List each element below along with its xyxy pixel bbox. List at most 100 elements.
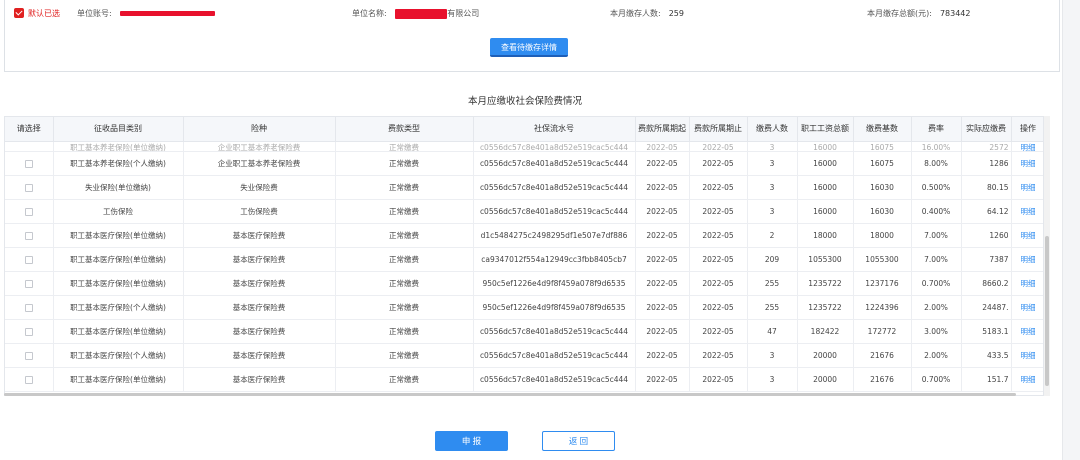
detail-link[interactable]: 明细	[1021, 375, 1036, 384]
table-cell: 950c5ef1226e4d9f8f459a078f9d6535	[473, 271, 636, 296]
table-cell: 7.00%	[911, 247, 962, 272]
unit-name: 单位名称: 有限公司	[352, 8, 479, 20]
table-cell: 2022-05	[635, 151, 690, 176]
table-cell: 1055300	[853, 247, 912, 272]
detail-link[interactable]: 明细	[1021, 143, 1036, 150]
row-checkbox[interactable]	[24, 327, 33, 336]
row-checkbox[interactable]	[24, 375, 33, 384]
row-checkbox[interactable]	[24, 207, 33, 216]
column-header: 请选择	[5, 117, 54, 142]
section-title: 本月应缴收社会保险费情况	[467, 96, 582, 107]
row-select-cell	[5, 141, 54, 152]
table-cell: 3	[747, 175, 798, 200]
row-select-cell	[5, 151, 54, 176]
table-cell: 2022-05	[635, 271, 690, 296]
table-cell: 正常缴费	[335, 367, 474, 392]
table-cell: 16030	[853, 199, 912, 224]
table-cell: c0556dc57c8e401a8d52e519cac5c444	[473, 141, 636, 152]
table-row: 职工基本医疗保险(单位缴纳) 基本医疗保险费 正常缴费 950c5ef1226e4d9…	[5, 271, 1043, 296]
checked-checkbox-icon[interactable]	[14, 8, 24, 18]
table-cell: 3	[747, 141, 798, 152]
table-cell: 企业职工基本养老保险费	[183, 151, 336, 176]
row-checkbox[interactable]	[24, 231, 33, 240]
table-cell: 8660.2	[961, 271, 1012, 296]
table-cell: c0556dc57c8e401a8d52e519cac5c444	[473, 199, 636, 224]
table-cell: 151.7	[961, 367, 1012, 392]
row-checkbox[interactable]	[24, 351, 33, 360]
pending-count-value: 259	[668, 9, 684, 18]
table-cell: 2.00%	[911, 295, 962, 320]
column-header: 缴费人数	[747, 117, 798, 142]
table-row: 失业保险(单位缴纳) 失业保险费 正常缴费 c0556dc57c8e401a8d52e…	[5, 175, 1043, 200]
table-cell: 16075	[853, 151, 912, 176]
table-cell: 21676	[853, 343, 912, 368]
detail-link[interactable]: 明细	[1021, 231, 1036, 240]
row-select-cell	[5, 367, 54, 392]
column-header: 费款所属期止	[689, 117, 748, 142]
detail-link[interactable]: 明细	[1021, 279, 1036, 288]
submit-button[interactable]: 申 报	[435, 431, 508, 451]
detail-link[interactable]: 明细	[1021, 255, 1036, 264]
table-cell: 255	[747, 271, 798, 296]
table-cell: 0.500%	[911, 175, 962, 200]
table-row: 职工基本医疗保险(个人缴纳) 基本医疗保险费 正常缴费 950c5ef1226e4d9…	[5, 295, 1043, 320]
table-cell: c0556dc57c8e401a8d52e519cac5c444	[473, 319, 636, 344]
table-cell: 正常缴费	[335, 141, 474, 152]
action-cell: 明细	[1011, 199, 1043, 224]
detail-link[interactable]: 明细	[1021, 183, 1036, 192]
detail-link[interactable]: 明细	[1021, 159, 1036, 168]
table-cell: 2022-05	[635, 141, 690, 152]
row-checkbox[interactable]	[24, 159, 33, 168]
table-cell: 2022-05	[689, 223, 748, 248]
table-cell: 16000	[797, 151, 854, 176]
table-cell: 基本医疗保险费	[183, 319, 336, 344]
row-select-cell	[5, 199, 54, 224]
table-cell: 20000	[797, 367, 854, 392]
table-cell: 8.00%	[911, 151, 962, 176]
table-cell: 18000	[797, 223, 854, 248]
action-cell: 明细	[1011, 319, 1043, 344]
detail-link[interactable]: 明细	[1021, 207, 1036, 216]
column-header: 缴费基数	[853, 117, 912, 142]
table-cell: 基本医疗保险费	[183, 367, 336, 392]
table-cell: 80.15	[961, 175, 1012, 200]
table-cell: c0556dc57c8e401a8d52e519cac5c444	[473, 367, 636, 392]
table-cell: 正常缴费	[335, 175, 474, 200]
table-cell: 255	[747, 295, 798, 320]
row-checkbox[interactable]	[24, 183, 33, 192]
row-checkbox[interactable]	[24, 279, 33, 288]
view-pending-detail-button[interactable]: 查看待缴存详情	[490, 38, 568, 57]
table-cell: 47	[747, 319, 798, 344]
row-checkbox[interactable]	[24, 303, 33, 312]
pending-count: 本月缴存人数: 259	[610, 8, 684, 20]
table-cell: 1235722	[797, 295, 854, 320]
table-cell: 正常缴费	[335, 247, 474, 272]
insurance-fee-table: 请选择 征收品目类别 险种 费款类型 社保流水号 费款所属期起 费款所属期止 缴费人数 职工工资…	[4, 116, 1044, 396]
row-checkbox[interactable]	[24, 255, 33, 264]
vertical-scrollbar-thumb[interactable]	[1045, 236, 1049, 386]
row-select-cell	[5, 223, 54, 248]
table-cell: 0.400%	[911, 199, 962, 224]
action-cell: 明细	[1011, 223, 1043, 248]
table-cell: 职工基本医疗保险(单位缴纳)	[53, 319, 184, 344]
table-cell: 2022-05	[635, 367, 690, 392]
table-cell: 2022-05	[689, 199, 748, 224]
table-cell: 工伤保险	[53, 199, 184, 224]
table-cell: 3	[747, 367, 798, 392]
unit-name-suffix: 有限公司	[447, 9, 480, 18]
horizontal-scrollbar[interactable]	[4, 393, 1016, 396]
pending-total-value: 783442	[939, 9, 971, 18]
table-cell: 172772	[853, 319, 912, 344]
table-cell: 职工基本医疗保险(单位缴纳)	[53, 223, 184, 248]
detail-link[interactable]: 明细	[1021, 303, 1036, 312]
table-row: 工伤保险 工伤保险费 正常缴费 c0556dc57c8e401a8d52e519cac…	[5, 199, 1043, 224]
table-cell: 16075	[853, 141, 912, 152]
detail-link[interactable]: 明细	[1021, 327, 1036, 336]
table-cell: 16030	[853, 175, 912, 200]
default-selected[interactable]: 默认已选	[14, 8, 60, 20]
detail-link[interactable]: 明细	[1021, 351, 1036, 360]
table-cell: 1055300	[797, 247, 854, 272]
back-button[interactable]: 返 回	[542, 431, 615, 451]
table-row: 职工基本医疗保险(个人缴纳) 基本医疗保险费 正常缴费 c0556dc57c8e401…	[5, 343, 1043, 368]
table-cell: 16000	[797, 199, 854, 224]
